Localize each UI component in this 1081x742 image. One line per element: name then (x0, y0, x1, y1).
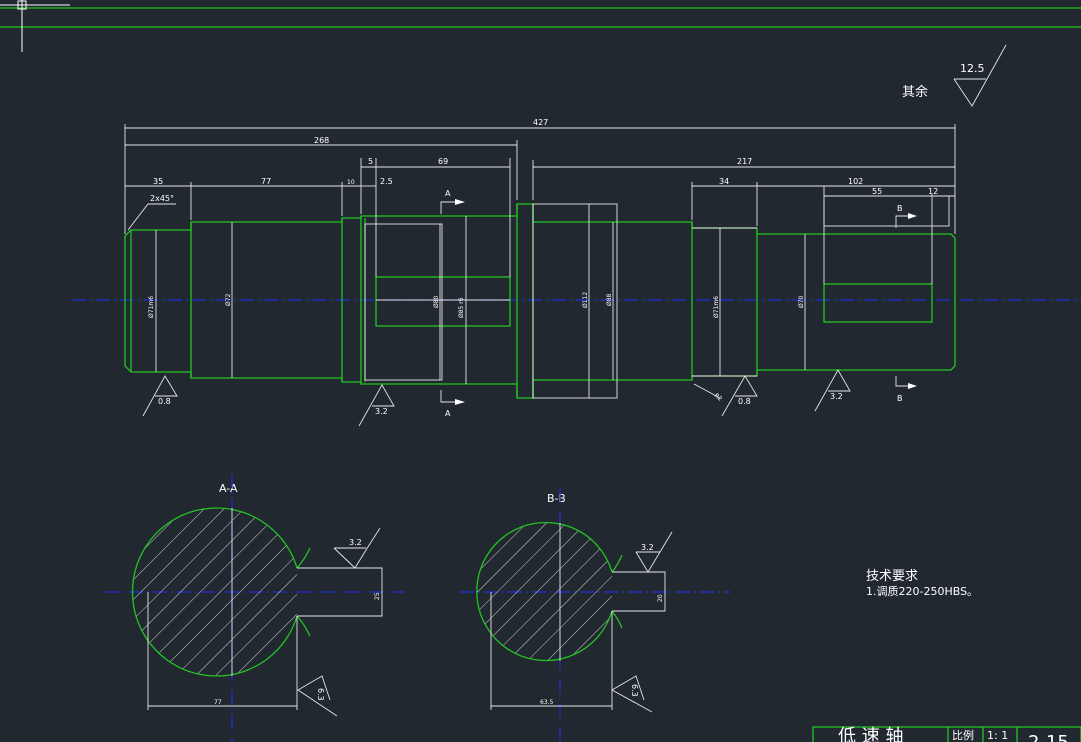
dia-71m6-left: Ø71m6 (148, 296, 155, 318)
roughness-r3: 0.8 (738, 397, 751, 406)
aa-key-dim: 25 (374, 592, 381, 600)
drawing-code: 2-15 (1028, 732, 1069, 742)
dim-12: 12 (928, 187, 938, 196)
dia-80: Ø80 (433, 295, 440, 308)
roughness-r7: 3.2 (641, 543, 654, 552)
dia-85r6: Ø85 r6 (458, 297, 465, 318)
roughness-r8: 6.3 (630, 684, 639, 697)
bb-width-dim: 63.5 (540, 699, 554, 706)
tech-line-1: 1.调质220-250HBS。 (866, 585, 978, 598)
dim-34: 34 (719, 177, 729, 186)
dim-217: 217 (737, 157, 752, 166)
scale-value: 1: 1 (987, 729, 1008, 742)
dim-2.5: 2.5 (380, 177, 393, 186)
roughness-r5: 3.2 (349, 538, 362, 547)
surface-roughness-note: 其余 12.5 (902, 44, 1007, 107)
section-b-b: B-B 63.5 20 3.2 6.3 (460, 488, 730, 742)
bb-key-dim: 20 (657, 594, 664, 602)
dim-35: 35 (153, 177, 163, 186)
dim-69: 69 (438, 157, 448, 166)
part-name: 低 速 轴 (838, 726, 903, 742)
chamfer-r-label: R2 (713, 392, 724, 403)
roughness-r2: 3.2 (375, 407, 388, 416)
dia-88: Ø88 (606, 293, 613, 306)
section-aa-title: A-A (219, 482, 238, 495)
scale-label: 比例 (952, 728, 974, 742)
dim-55: 55 (872, 187, 882, 196)
dim-total: 427 (533, 118, 548, 127)
dia-72: Ø72 (225, 293, 232, 306)
dim-268: 268 (314, 136, 329, 145)
dim-102: 102 (848, 177, 863, 186)
note-value: 12.5 (960, 62, 985, 75)
dim-5: 5 (368, 157, 373, 166)
dia-70: Ø70 (798, 295, 805, 308)
roughness-r6: 6.3 (316, 688, 325, 701)
chamfer-label: 2x45° (150, 194, 174, 203)
horizontal-dimensions: 427 268 217 69 5 35 77 10 2.5 34 102 55 … (125, 118, 955, 231)
dim-77: 77 (261, 177, 271, 186)
section-b-bottom: B (897, 394, 903, 403)
cad-drawing: 其余 12.5 427 268 217 69 5 35 77 10 2.5 34… (0, 0, 1081, 742)
section-a-top: A (445, 189, 451, 198)
diameter-dimensions: Ø71m6 Ø72 Ø80 Ø85 r6 Ø112 Ø88 Ø71m6 Ø70 (148, 204, 806, 398)
section-b-top: B (897, 204, 903, 213)
dia-71m6-right: Ø71m6 (713, 296, 720, 318)
section-bb-title: B-B (547, 492, 566, 505)
title-block: 低 速 轴 比例 1: 1 2-15 (812, 726, 1081, 742)
note-prefix: 其余 (902, 84, 928, 100)
dia-112: Ø112 (582, 292, 589, 308)
section-a-bottom: A (445, 409, 451, 418)
aa-width-dim: 77 (214, 699, 222, 706)
dim-10: 10 (347, 179, 355, 186)
roughness-r1: 0.8 (158, 397, 171, 406)
tech-title: 技术要求 (866, 569, 918, 584)
drawing-frame (0, 0, 1081, 52)
roughness-r4: 3.2 (830, 392, 843, 401)
shaft-outline (124, 203, 956, 399)
technical-requirements: 技术要求 1.调质220-250HBS。 (866, 569, 978, 598)
shaft-construction-lines (124, 124, 956, 399)
section-a-a: A-A 77 25 3.2 6.3 (105, 474, 405, 742)
